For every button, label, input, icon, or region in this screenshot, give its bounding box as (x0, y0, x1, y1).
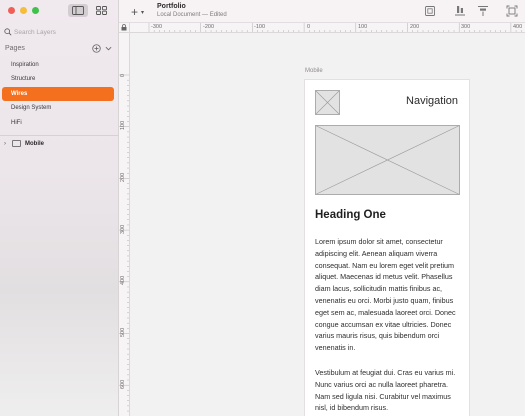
ruler-label: 200 (120, 172, 126, 182)
plus-icon: + (131, 5, 139, 19)
ruler-label: 400 (120, 275, 126, 285)
ruler-label: 200 (410, 24, 420, 30)
sidebar-icon (72, 6, 84, 15)
ruler-label: -200 (203, 24, 215, 30)
document-title: Portfolio (157, 3, 186, 10)
toolbar: + ▾ Portfolio Local Document — Edited (119, 0, 525, 23)
ruler-label: 100 (120, 120, 126, 130)
image-placeholder[interactable] (315, 125, 460, 195)
ruler-label: 300 (461, 24, 471, 30)
ruler-label: 500 (120, 327, 126, 337)
chevron-down-icon: ▾ (141, 9, 145, 16)
page-item-inspiration[interactable]: Inspiration (2, 58, 114, 72)
document-status: Local Document — Edited (157, 12, 227, 18)
resize-icon[interactable] (506, 5, 518, 17)
logo-placeholder[interactable] (315, 90, 340, 115)
minimize-window-button[interactable] (20, 7, 27, 14)
ruler-lock[interactable] (119, 23, 130, 33)
components-view-button[interactable] (91, 4, 111, 17)
layer-item-mobile[interactable]: › Mobile (4, 138, 114, 149)
layer-label: Mobile (25, 140, 44, 147)
sidebar-divider (0, 135, 118, 136)
page-item-wires[interactable]: Wires (2, 86, 114, 101)
insert-button[interactable]: + ▾ (131, 5, 144, 19)
chevron-down-icon[interactable] (105, 46, 112, 51)
device-icon (12, 140, 21, 147)
page-item-hifi[interactable]: HiFi (2, 116, 114, 130)
pages-header: Pages (5, 44, 112, 53)
search-placeholder: Search Layers (14, 28, 56, 36)
ruler-label: 600 (120, 379, 126, 389)
ruler-label: 400 (513, 24, 523, 30)
toggle-sidebar-button[interactable] (68, 4, 88, 17)
ruler-label: 0 (307, 24, 311, 30)
ruler-label: 300 (120, 224, 126, 234)
search-icon (4, 28, 12, 36)
layer-search[interactable]: Search Layers (4, 26, 114, 38)
sidebar: Search Layers Pages Inspiration Structur… (0, 0, 119, 416)
zoom-window-button[interactable] (32, 7, 39, 14)
pages-list: Inspiration Structure Wires Design Syste… (2, 58, 114, 130)
grid-icon (95, 6, 107, 15)
pages-header-label: Pages (5, 45, 25, 52)
lock-icon (121, 24, 127, 31)
page-item-structure[interactable]: Structure (2, 72, 114, 86)
artboard-mobile[interactable]: Navigation Heading One Lorem ipsum dolor… (304, 79, 470, 416)
vertical-ruler[interactable]: 0 100 200 300 400 500 600 (119, 33, 130, 416)
ruler-label: -100 (254, 24, 266, 30)
add-page-icon[interactable] (92, 44, 101, 53)
body-paragraph-2[interactable]: Vestibulum at feugiat dui. Cras eu variu… (315, 367, 463, 414)
horizontal-ruler[interactable]: -300 -200 -100 0 100 200 300 400 (130, 23, 525, 33)
heading-one[interactable]: Heading One (315, 209, 386, 221)
body-paragraph-1[interactable]: Lorem ipsum dolor sit amet, consectetur … (315, 236, 463, 354)
align-bottom-icon[interactable] (454, 5, 466, 17)
frame-icon[interactable] (424, 5, 436, 17)
ruler-label: 0 (120, 73, 126, 77)
close-window-button[interactable] (8, 7, 15, 14)
page-item-design-system[interactable]: Design System (2, 101, 114, 115)
window-controls (8, 7, 39, 14)
ruler-label: 100 (358, 24, 368, 30)
navigation-title[interactable]: Navigation (406, 95, 458, 107)
ruler-label: -300 (151, 24, 163, 30)
artboard-label[interactable]: Mobile (305, 68, 323, 74)
distribute-icon[interactable] (477, 5, 489, 17)
disclosure-chevron-icon[interactable]: › (4, 141, 10, 147)
